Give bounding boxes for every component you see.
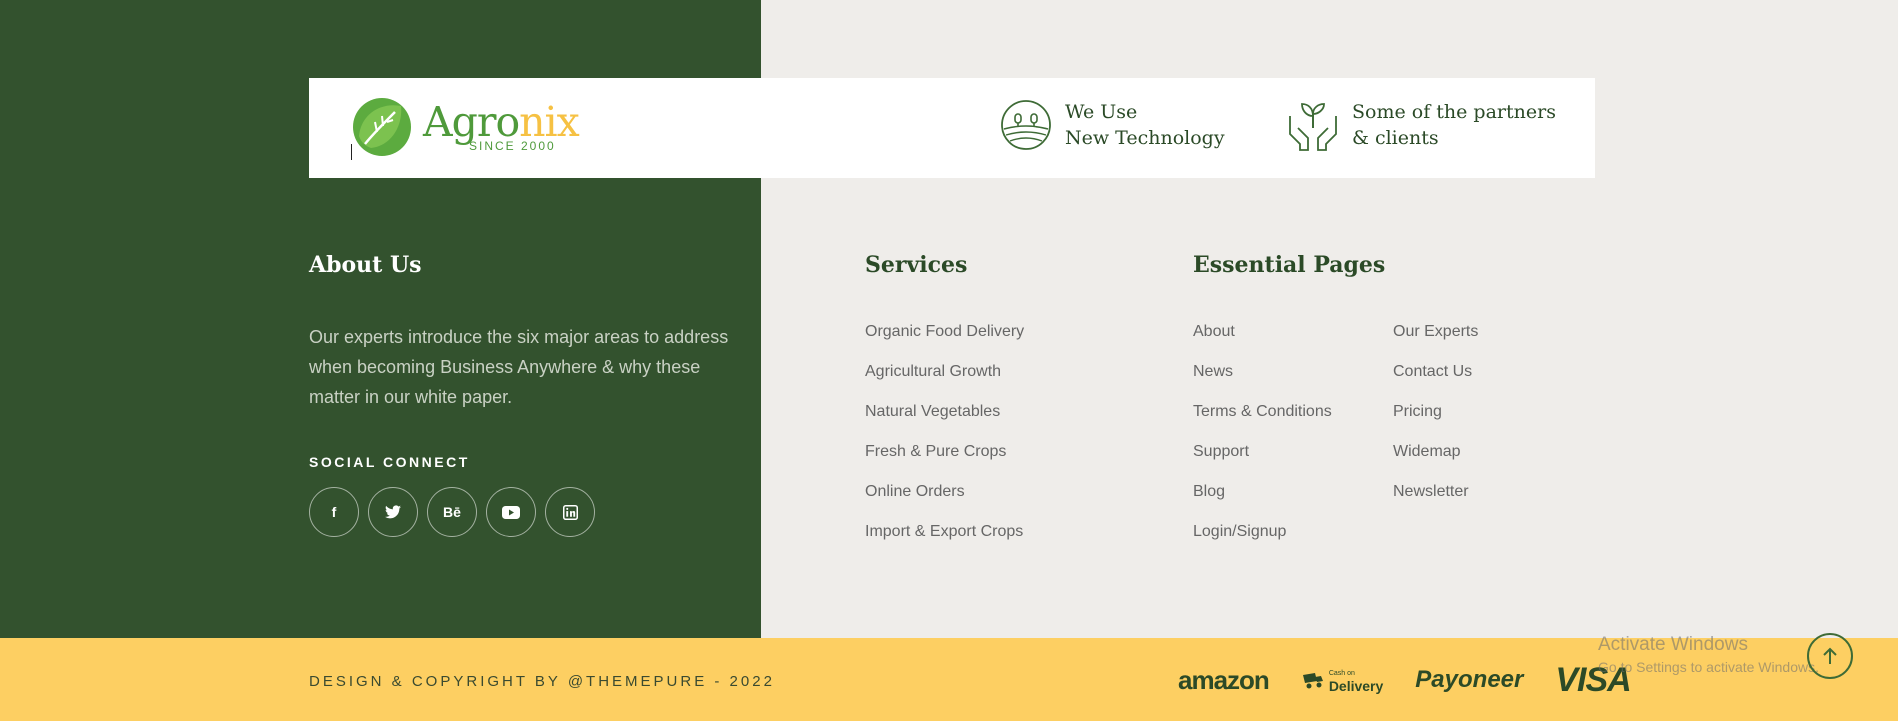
feature-technology: We Use New Technology: [999, 98, 1225, 152]
truck-icon: [1302, 673, 1323, 689]
essential-link[interactable]: Newsletter: [1393, 482, 1478, 502]
activate-windows-watermark: Activate Windows Go to Settings to activ…: [1598, 634, 1819, 675]
cash-on-delivery-logo: Cash on Delivery: [1301, 668, 1383, 693]
payoneer-logo: Payoneer: [1415, 666, 1524, 693]
feature-partners: Some of the partners & clients: [1286, 98, 1556, 152]
leaf-logo-icon: [353, 98, 411, 156]
activate-subtitle: Go to Settings to activate Windows.: [1598, 659, 1819, 675]
essential-link[interactable]: Our Experts: [1393, 322, 1478, 342]
services-link[interactable]: Import & Export Crops: [865, 522, 1024, 542]
linkedin-icon: [562, 504, 578, 520]
essential-link[interactable]: Blog: [1193, 482, 1332, 502]
essential-pages-list-1: About News Terms & Conditions Support Bl…: [1193, 322, 1332, 562]
services-title: Services: [865, 252, 968, 278]
services-list: Organic Food Delivery Agricultural Growt…: [865, 322, 1024, 562]
logo-since: SINCE 2000: [469, 139, 556, 153]
social-links: f Bē: [309, 487, 604, 537]
hands-plant-icon: [1289, 103, 1337, 151]
essential-pages-list-2: Our Experts Contact Us Pricing Widemap N…: [1393, 322, 1478, 522]
scroll-to-top-button[interactable]: [1807, 633, 1853, 679]
farm-landscape-icon: [1001, 100, 1051, 150]
services-link[interactable]: Online Orders: [865, 482, 1024, 502]
essential-link[interactable]: News: [1193, 362, 1332, 382]
services-link[interactable]: Natural Vegetables: [865, 402, 1024, 422]
services-link[interactable]: Fresh & Pure Crops: [865, 442, 1024, 462]
essential-pages-title: Essential Pages: [1193, 252, 1386, 278]
youtube-button[interactable]: [486, 487, 536, 537]
copyright-text: DESIGN & COPYRIGHT BY @THEMEPURE - 2022: [309, 673, 775, 690]
facebook-icon: f: [331, 504, 337, 520]
twitter-icon: [385, 505, 401, 519]
behance-icon: Bē: [443, 504, 461, 520]
text-cursor: [351, 144, 352, 160]
services-link[interactable]: Agricultural Growth: [865, 362, 1024, 382]
feature-line2: & clients: [1352, 127, 1439, 149]
behance-button[interactable]: Bē: [427, 487, 477, 537]
services-link[interactable]: Organic Food Delivery: [865, 322, 1024, 342]
about-text: Our experts introduce the six major area…: [309, 327, 729, 407]
arrow-up-icon: [1823, 647, 1837, 664]
twitter-button[interactable]: [368, 487, 418, 537]
social-connect-title: SOCIAL CONNECT: [309, 454, 470, 470]
payment-methods: amazon Cash on Delivery Payoneer VISA: [1178, 660, 1632, 700]
essential-link[interactable]: Terms & Conditions: [1193, 402, 1332, 422]
essential-link[interactable]: About: [1193, 322, 1332, 342]
footer-top-bar: Agronix SINCE 2000 We Use New Technology: [309, 78, 1595, 178]
essential-link[interactable]: Widemap: [1393, 442, 1478, 462]
facebook-button[interactable]: f: [309, 487, 359, 537]
linkedin-button[interactable]: [545, 487, 595, 537]
feature-line1: Some of the partners: [1352, 101, 1556, 123]
essential-link[interactable]: Support: [1193, 442, 1332, 462]
essential-link[interactable]: Contact Us: [1393, 362, 1478, 382]
amazon-logo: amazon: [1178, 664, 1270, 695]
logo[interactable]: Agronix SINCE 2000: [351, 96, 580, 158]
essential-link[interactable]: Pricing: [1393, 402, 1478, 422]
feature-line1: We Use: [1065, 101, 1138, 123]
about-title: About Us: [309, 252, 422, 278]
activate-title: Activate Windows: [1598, 634, 1748, 655]
essential-link[interactable]: Login/Signup: [1193, 522, 1332, 542]
feature-line2: New Technology: [1065, 127, 1225, 149]
youtube-icon: [502, 505, 520, 519]
